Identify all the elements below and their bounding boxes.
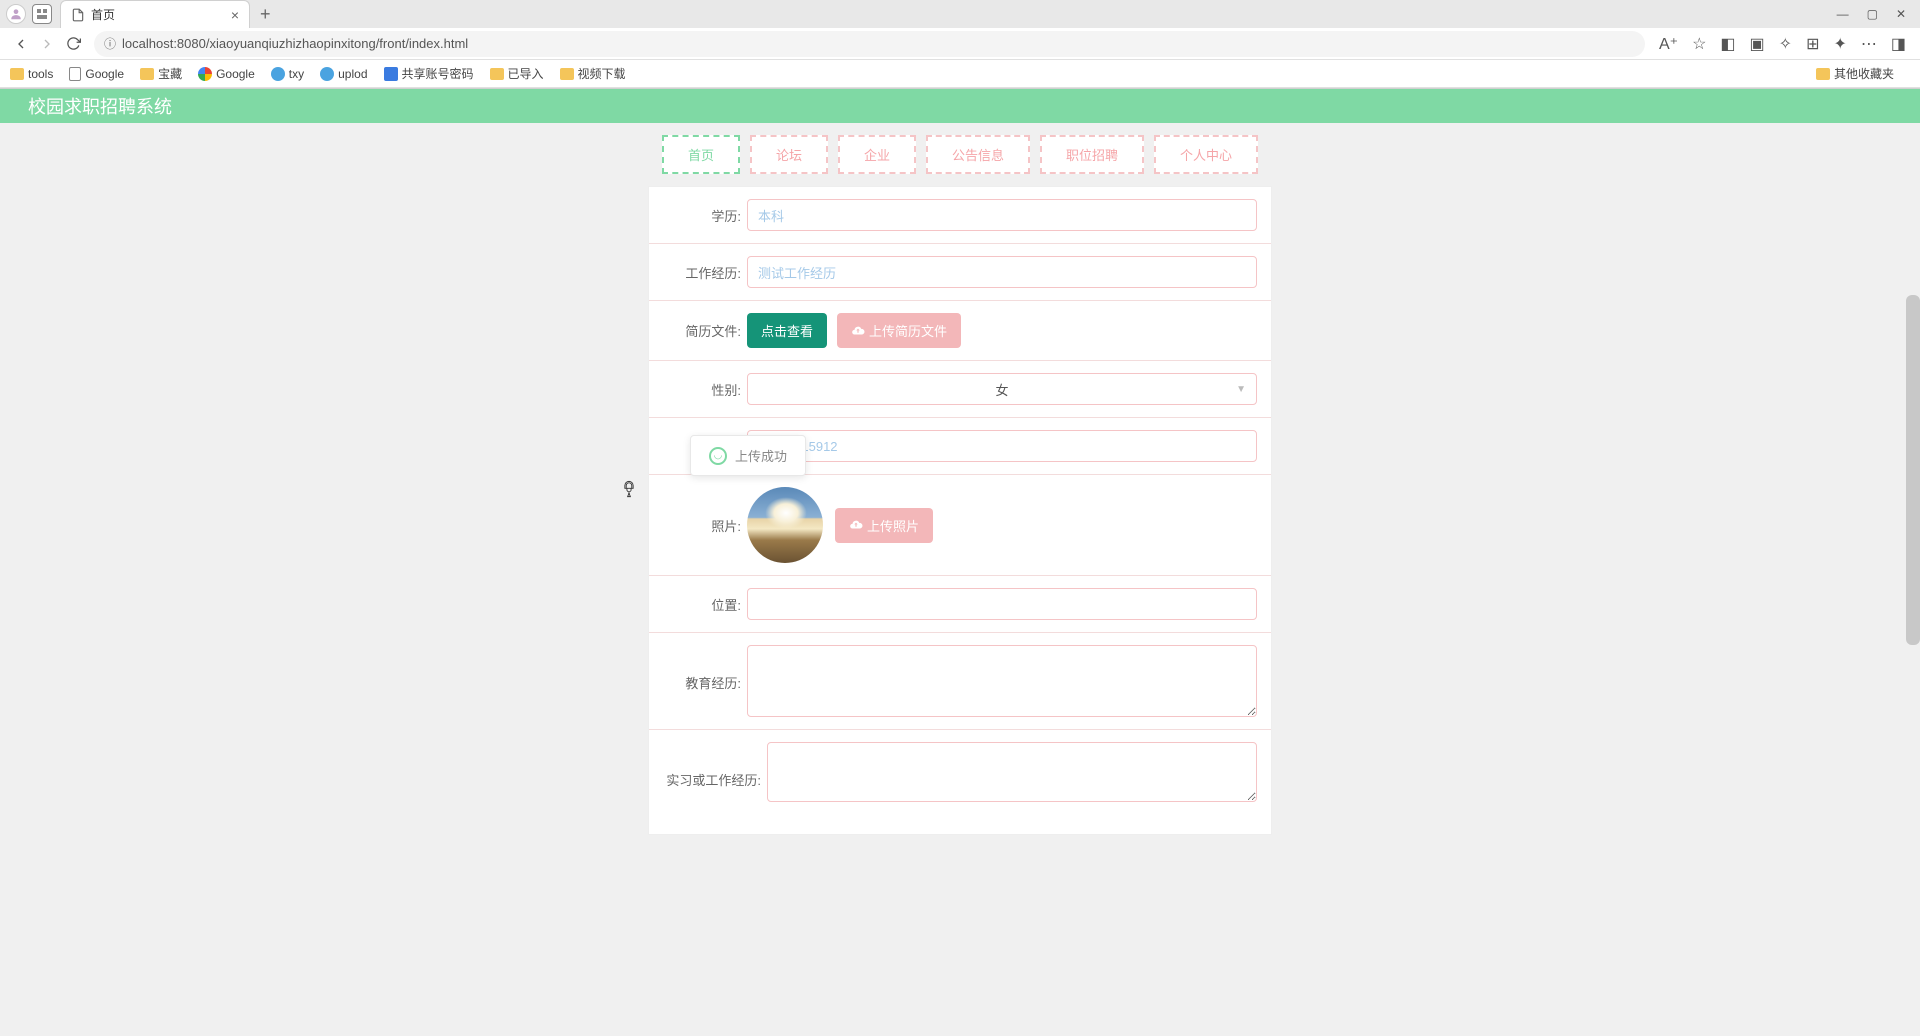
bookmark-txy[interactable]: txy	[271, 67, 304, 81]
label-location: 位置:	[659, 595, 747, 614]
nav-tab-forum[interactable]: 论坛	[750, 135, 828, 174]
row-work-history: 工作经历:	[649, 244, 1271, 301]
extensions-icon[interactable]: ⊞	[1806, 34, 1819, 54]
page-icon	[71, 8, 85, 22]
qr-icon[interactable]: ◧	[1720, 34, 1735, 54]
nav-tab-jobs[interactable]: 职位招聘	[1040, 135, 1144, 174]
sidebar-icon[interactable]: ◨	[1891, 34, 1906, 54]
page-body: 首页 论坛 企业 公告信息 职位招聘 个人中心 学历: 工作经历: 简历文件: …	[0, 123, 1920, 901]
google-icon	[198, 67, 212, 81]
input-location[interactable]	[747, 588, 1257, 620]
textarea-intern-history[interactable]	[767, 742, 1257, 802]
row-photo: 照片: 上传照片	[649, 475, 1271, 576]
upload-photo-button[interactable]: 上传照片	[835, 508, 933, 543]
cloud-upload-icon	[849, 518, 863, 532]
select-gender-value: 女	[995, 380, 1008, 399]
nav-tab-notice[interactable]: 公告信息	[926, 135, 1030, 174]
scrollbar[interactable]	[1906, 295, 1920, 645]
bookmarks-bar: tools Google 宝藏 Google txy uplod 共享账号密码 …	[0, 60, 1920, 88]
toast-text: 上传成功	[735, 446, 787, 465]
favorite-icon[interactable]: ☆	[1692, 34, 1706, 54]
row-education: 学历:	[649, 187, 1271, 244]
url-input[interactable]: ⓘ localhost:8080/xiaoyuanqiuzhizhaopinxi…	[94, 31, 1645, 57]
label-intern-history: 实习或工作经历:	[659, 742, 767, 789]
bookmark-google1[interactable]: Google	[69, 67, 124, 81]
upload-resume-button[interactable]: 上传简历文件	[837, 313, 961, 348]
label-gender: 性别:	[659, 380, 747, 399]
row-intern-history: 实习或工作经历:	[649, 730, 1271, 814]
nav-tabs: 首页 论坛 企业 公告信息 职位招聘 个人中心	[0, 123, 1920, 174]
address-bar: ⓘ localhost:8080/xiaoyuanqiuzhizhaopinxi…	[0, 28, 1920, 60]
smile-icon: ◡	[709, 447, 727, 465]
upload-success-toast: ◡ 上传成功	[690, 435, 806, 476]
app-title: 校园求职招聘系统	[28, 93, 172, 119]
folder-icon	[560, 68, 574, 80]
label-photo: 照片:	[659, 516, 747, 535]
input-phone[interactable]	[747, 430, 1257, 462]
cloud-icon	[271, 67, 285, 81]
minimize-button[interactable]: —	[1837, 7, 1849, 21]
profile-form: 学历: 工作经历: 简历文件: 点击查看 上传简历文件 性别: 女 ▼ 手机号:	[648, 186, 1272, 835]
cloud-upload-icon	[851, 324, 865, 338]
folder-icon	[140, 68, 154, 80]
app-header: 校园求职招聘系统	[0, 89, 1920, 123]
avatar-image	[747, 487, 823, 563]
reload-button[interactable]	[60, 31, 86, 57]
browser-tab[interactable]: 首页 ×	[60, 0, 250, 28]
new-tab-button[interactable]: +	[260, 4, 271, 25]
nav-tab-home[interactable]: 首页	[662, 135, 740, 174]
forward-button[interactable]	[34, 31, 60, 57]
bookmark-share-pwd[interactable]: 共享账号密码	[384, 65, 474, 82]
site-info-icon[interactable]: ⓘ	[104, 35, 116, 52]
other-bookmarks[interactable]: 其他收藏夹	[1816, 65, 1894, 82]
input-education[interactable]	[747, 199, 1257, 231]
favorites-bar-icon[interactable]: ✧	[1779, 34, 1792, 54]
chevron-down-icon: ▼	[1236, 384, 1246, 395]
avatar-preview	[747, 487, 823, 563]
upload-icon	[320, 67, 334, 81]
folder-icon	[490, 68, 504, 80]
collections-icon[interactable]: ▣	[1750, 34, 1765, 54]
bookmark-imported[interactable]: 已导入	[490, 65, 544, 82]
extension2-icon[interactable]: ✦	[1833, 34, 1846, 54]
select-gender[interactable]: 女 ▼	[747, 373, 1257, 405]
label-edu-history: 教育经历:	[659, 645, 747, 692]
label-work-history: 工作经历:	[659, 263, 747, 282]
more-icon[interactable]: ⋯	[1861, 34, 1877, 54]
bookmark-treasure[interactable]: 宝藏	[140, 65, 182, 82]
nav-tab-company[interactable]: 企业	[838, 135, 916, 174]
row-resume-file: 简历文件: 点击查看 上传简历文件	[649, 301, 1271, 361]
tab-bar: 首页 × + — ▢ ✕	[0, 0, 1920, 28]
bookmark-google2[interactable]: Google	[198, 67, 255, 81]
close-window-button[interactable]: ✕	[1896, 7, 1906, 21]
bookmark-video-dl[interactable]: 视频下载	[560, 65, 626, 82]
row-edu-history: 教育经历:	[649, 633, 1271, 730]
cursor-icon	[622, 480, 636, 498]
textarea-edu-history[interactable]	[747, 645, 1257, 717]
url-text: localhost:8080/xiaoyuanqiuzhizhaopinxito…	[122, 36, 1635, 51]
bookmark-tools[interactable]: tools	[10, 67, 53, 81]
folder-icon	[1816, 68, 1830, 80]
bookmark-uplod[interactable]: uplod	[320, 67, 367, 81]
window-controls: — ▢ ✕	[1837, 7, 1920, 21]
profile-avatar[interactable]	[6, 4, 26, 24]
tab-close-icon[interactable]: ×	[231, 7, 239, 23]
back-button[interactable]	[8, 31, 34, 57]
read-aloud-icon[interactable]: A⁺	[1659, 34, 1678, 54]
key-icon	[384, 67, 398, 81]
row-gender: 性别: 女 ▼	[649, 361, 1271, 418]
workspace-icon[interactable]	[32, 4, 52, 24]
label-resume-file: 简历文件:	[659, 321, 747, 340]
toolbar-right: A⁺ ☆ ◧ ▣ ✧ ⊞ ✦ ⋯ ◨	[1653, 34, 1912, 54]
row-location: 位置:	[649, 576, 1271, 633]
tab-title: 首页	[91, 6, 223, 23]
label-education: 学历:	[659, 206, 747, 225]
maximize-button[interactable]: ▢	[1867, 7, 1878, 21]
input-work-history[interactable]	[747, 256, 1257, 288]
view-resume-button[interactable]: 点击查看	[747, 313, 827, 348]
browser-chrome: 首页 × + — ▢ ✕ ⓘ localhost:8080/xiaoyuanqi…	[0, 0, 1920, 89]
folder-icon	[10, 68, 24, 80]
page-icon	[69, 67, 81, 81]
nav-tab-profile[interactable]: 个人中心	[1154, 135, 1258, 174]
